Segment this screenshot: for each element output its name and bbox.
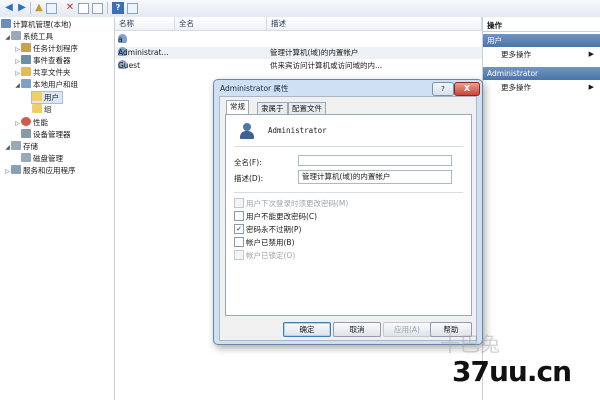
cancel-button[interactable]: 取消 (333, 322, 381, 337)
dialog-title: Administrator 属性 (220, 84, 289, 93)
password-never-expires-label: 密码永不过期(P) (246, 225, 302, 234)
tab-profile[interactable]: 配置文件 (288, 102, 326, 114)
more-actions-item[interactable]: 更多操作 ▶ (483, 48, 600, 61)
tree-item-services-applications[interactable]: ▷ 服务和应用程序 (4, 165, 76, 176)
password-never-expires-checkbox[interactable]: ✓ (234, 224, 244, 234)
dialog-close-button[interactable]: X (454, 82, 480, 96)
list-item[interactable]: Administrat... 管理计算机(域)的内置帐户 (115, 47, 482, 59)
tab-general[interactable]: 常规 (226, 100, 249, 114)
tab-member-of[interactable]: 隶属于 (257, 102, 288, 114)
tree-item-local-users-groups[interactable]: ◢ 本地用户和组 (14, 79, 78, 90)
user-body-icon (240, 131, 254, 139)
list-item[interactable]: Guest 供来宾访问计算机或访问域的内... (115, 60, 482, 72)
avatar (238, 123, 256, 139)
tree-item-computer-management[interactable]: 计算机管理(本地) (1, 19, 71, 30)
delete-icon[interactable]: ✕ (64, 2, 76, 14)
show-hide-tree-icon[interactable] (46, 3, 57, 14)
faint-watermark: 十巴兔 (440, 332, 500, 356)
actions-header: 操作 (483, 19, 600, 32)
up-folder-icon[interactable]: ▲ (33, 2, 45, 14)
dialog-help-button[interactable]: ? (432, 82, 454, 96)
account-disabled-checkbox[interactable] (234, 237, 244, 247)
tree-item-users[interactable]: 用户 (31, 91, 63, 104)
properties-dialog: Administrator 属性 ? X 常规 隶属于 配置文件 Adminis… (213, 79, 483, 345)
chevron-right-icon: ▶ (588, 83, 594, 91)
folder-icon (32, 104, 42, 113)
actions-section-users[interactable]: 用户 (483, 34, 600, 47)
dialog-body: 常规 隶属于 配置文件 Administrator 全名(F): 描述(D): … (219, 96, 477, 341)
properties-icon[interactable] (78, 3, 89, 14)
must-change-password-label: 用户下次登录时须更改密码(M) (246, 199, 349, 208)
navigation-tree: 计算机管理(本地) ◢ 系统工具 ▷ 任务计划程序 ▷ 事件查看器 ▷ 共享文件夹 ◢ 本… (0, 17, 115, 400)
expand-icon[interactable]: ▷ (14, 118, 21, 129)
shared-folder-icon (21, 67, 31, 76)
chevron-right-icon: ▶ (588, 50, 594, 58)
back-icon[interactable]: ◀ (3, 2, 15, 14)
collapse-icon[interactable]: ◢ (14, 80, 21, 91)
folder-icon (32, 92, 42, 101)
ok-button[interactable]: 确定 (283, 322, 331, 337)
performance-icon (21, 117, 31, 126)
actions-section-administrator[interactable]: Administrator (483, 67, 600, 80)
tree-item-groups[interactable]: 组 (32, 104, 52, 115)
cannot-change-password-checkbox[interactable] (234, 211, 244, 221)
collapse-icon[interactable]: ◢ (4, 142, 11, 153)
account-locked-label: 帐户已锁定(O) (246, 251, 296, 260)
account-locked-checkbox (234, 250, 244, 260)
tree-item-shared-folders[interactable]: ▷ 共享文件夹 (14, 67, 71, 78)
task-scheduler-icon (21, 43, 31, 52)
apply-button: 应用(A) (383, 322, 431, 337)
help-icon[interactable]: ? (112, 2, 124, 14)
collapse-icon[interactable]: ◢ (4, 32, 11, 43)
storage-icon (11, 141, 21, 150)
column-header-fullname[interactable]: 全名 (175, 17, 267, 31)
disk-icon (21, 153, 31, 162)
tree-item-performance[interactable]: ▷ 性能 (14, 117, 48, 128)
description-field[interactable]: 管理计算机(域)的内置帐户 (298, 170, 452, 184)
services-icon (11, 165, 21, 174)
users-groups-icon (21, 79, 31, 88)
user-head-icon (243, 123, 251, 131)
tree-item-storage[interactable]: ◢ 存储 (4, 141, 38, 152)
computer-mgmt-icon (1, 19, 11, 28)
expand-icon[interactable]: ▷ (14, 68, 21, 79)
fullname-field[interactable] (298, 155, 452, 166)
description-label: 描述(D): (234, 174, 264, 183)
tree-item-system-tools[interactable]: ◢ 系统工具 (4, 31, 53, 42)
forward-icon[interactable]: ▶ (16, 2, 28, 14)
column-header-name[interactable]: 名称 (115, 17, 175, 31)
account-disabled-label: 帐户已禁用(B) (246, 238, 295, 247)
fullname-label: 全名(F): (234, 158, 262, 167)
tree-item-disk-management[interactable]: 磁盘管理 (21, 153, 63, 164)
event-viewer-icon (21, 55, 31, 64)
actions-pane: 操作 用户 更多操作 ▶ Administrator 更多操作 ▶ (483, 17, 600, 400)
must-change-password-checkbox (234, 198, 244, 208)
account-name: Administrator (268, 126, 327, 135)
expand-icon[interactable]: ▷ (14, 56, 21, 67)
more-actions-item[interactable]: 更多操作 ▶ (483, 81, 600, 94)
device-manager-icon (21, 129, 31, 138)
toolbar: ◀ ▶ ▲ ✕ ? (0, 0, 600, 18)
expand-icon[interactable]: ▷ (4, 166, 11, 177)
tree-item-event-viewer[interactable]: ▷ 事件查看器 (14, 55, 71, 66)
cannot-change-password-label: 用户不能更改密码(C) (246, 212, 318, 221)
column-header-description[interactable]: 描述 (267, 17, 482, 31)
tree-item-device-manager[interactable]: 设备管理器 (21, 129, 71, 140)
tree-item-task-scheduler[interactable]: ▷ 任务计划程序 (14, 43, 78, 54)
export-icon[interactable] (92, 3, 103, 14)
site-watermark: 37uu.cn (452, 355, 572, 388)
tools-icon (11, 31, 21, 40)
expand-icon[interactable]: ▷ (14, 44, 21, 55)
show-hide-action-icon[interactable] (127, 3, 138, 14)
general-panel: Administrator 全名(F): 描述(D): 管理计算机(域)的内置帐… (225, 114, 472, 316)
list-item[interactable]: a (115, 34, 482, 46)
